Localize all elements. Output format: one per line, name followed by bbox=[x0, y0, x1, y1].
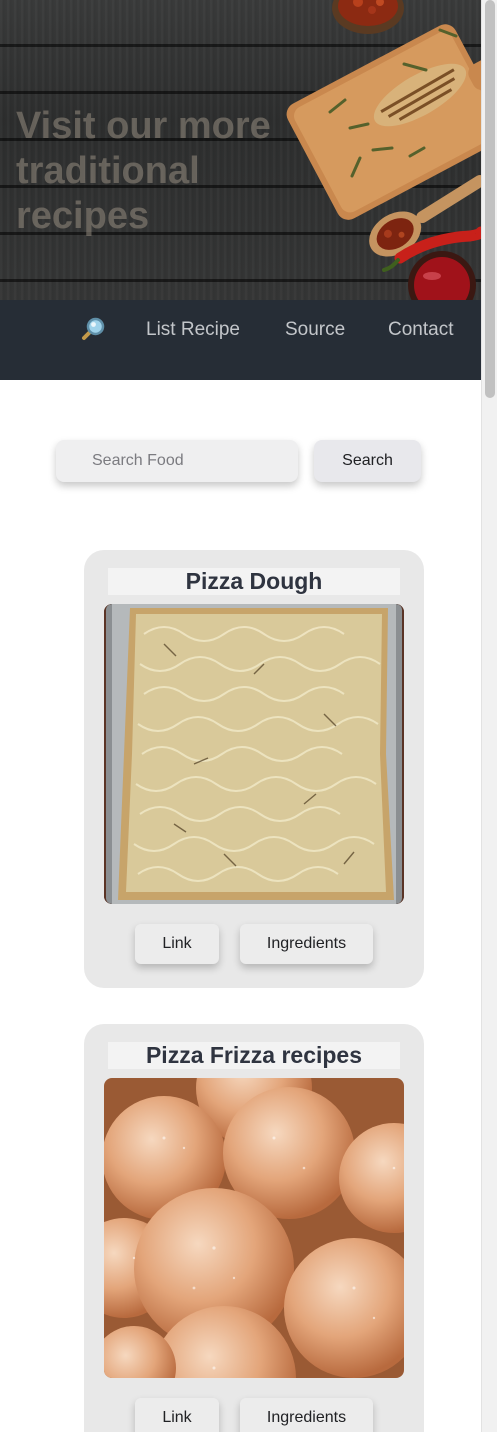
nav-link-list-recipe[interactable]: List Recipe bbox=[146, 319, 240, 341]
search-input[interactable] bbox=[56, 440, 298, 482]
recipe-title: Pizza Frizza recipes bbox=[108, 1042, 400, 1069]
recipe-link-button[interactable]: Link bbox=[135, 924, 219, 964]
recipe-ingredients-button[interactable]: Ingredients bbox=[240, 1398, 373, 1432]
recipe-image bbox=[104, 1078, 404, 1378]
recipe-ingredients-button[interactable]: Ingredients bbox=[240, 924, 373, 964]
nav-link-contact[interactable]: Contact bbox=[388, 319, 453, 341]
recipe-title: Pizza Dough bbox=[108, 568, 400, 595]
scrollbar-thumb[interactable] bbox=[485, 0, 495, 398]
recipe-card: Pizza Frizza recipes Link Ingredients bbox=[84, 1024, 424, 1432]
hero-banner: Visit our more traditional recipes bbox=[0, 0, 481, 300]
page: Visit our more traditional recipes List … bbox=[0, 0, 481, 1432]
recipe-image bbox=[104, 604, 404, 904]
recipe-link-button[interactable]: Link bbox=[135, 1398, 219, 1432]
search-button[interactable]: Search bbox=[314, 440, 421, 482]
hero-title: Visit our more traditional recipes bbox=[16, 105, 271, 237]
magnifier-icon[interactable] bbox=[80, 316, 106, 342]
nav-link-source[interactable]: Source bbox=[285, 319, 345, 341]
page-scrollbar[interactable] bbox=[481, 0, 497, 1432]
recipe-card: Pizza Dough Link Ingredients bbox=[84, 550, 424, 988]
